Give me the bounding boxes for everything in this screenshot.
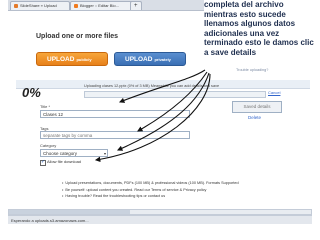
- chevron-down-icon: ▾: [103, 151, 106, 156]
- cancel-upload-link[interactable]: Cancel: [268, 90, 280, 95]
- upload-public-label: UPLOAD: [47, 56, 75, 63]
- tags-field[interactable]: [40, 131, 190, 139]
- upload-private-label: UPLOAD: [125, 56, 153, 63]
- upload-tips: Upload presentations, documents, PDFs (1…: [62, 180, 239, 200]
- allow-download-checkbox[interactable]: ✓: [40, 159, 46, 166]
- upload-publicly-button[interactable]: UPLOAD publicly: [36, 52, 108, 66]
- trouble-uploading-link[interactable]: Trouble uploading?: [236, 68, 268, 72]
- tab-blogger[interactable]: Blogger :: Editar Blo...: [70, 1, 134, 10]
- upload-privately-button[interactable]: UPLOAD privately: [114, 52, 186, 66]
- allow-download-label: Allow file download: [47, 159, 82, 164]
- category-label: Category: [40, 143, 57, 148]
- upload-progress-bar: [84, 91, 266, 98]
- title-field[interactable]: [40, 110, 190, 118]
- tab-slideshare[interactable]: SlideShare » Upload: [10, 1, 70, 10]
- slideshare-tab-icon: [14, 3, 18, 8]
- delete-link[interactable]: Delete: [248, 115, 261, 120]
- checkbox-icon: ✓: [41, 159, 46, 165]
- category-select[interactable]: Choose category ▾: [40, 149, 108, 157]
- tip-item: Having trouble? Read the troubleshooting…: [62, 193, 239, 200]
- title-label: Title *: [40, 104, 51, 109]
- blogger-tab-icon: [74, 3, 78, 8]
- status-bar: Esperando a uploads.s3.amazonaws.com...: [8, 215, 312, 224]
- new-tab-button[interactable]: +: [130, 1, 142, 10]
- annotation-text: completa del archivo mientras esto suced…: [204, 0, 316, 58]
- category-value: Choose category: [43, 151, 78, 156]
- upload-public-sub: publicly: [76, 57, 92, 62]
- scroll-thumb[interactable]: [9, 210, 130, 214]
- upload-percent: 0%: [22, 85, 41, 100]
- save-details-button[interactable]: Saved details: [232, 101, 282, 113]
- upload-status: Uploading clases 12.pptx (0% of 3 MB) Me…: [84, 84, 220, 88]
- tab-label: SlideShare » Upload: [20, 3, 57, 8]
- tip-item: Upload presentations, documents, PDFs (1…: [62, 180, 238, 187]
- upload-private-sub: privately: [154, 57, 171, 62]
- page-title: Upload one or more files: [36, 33, 119, 40]
- tab-label: Blogger :: Editar Blo...: [80, 3, 119, 8]
